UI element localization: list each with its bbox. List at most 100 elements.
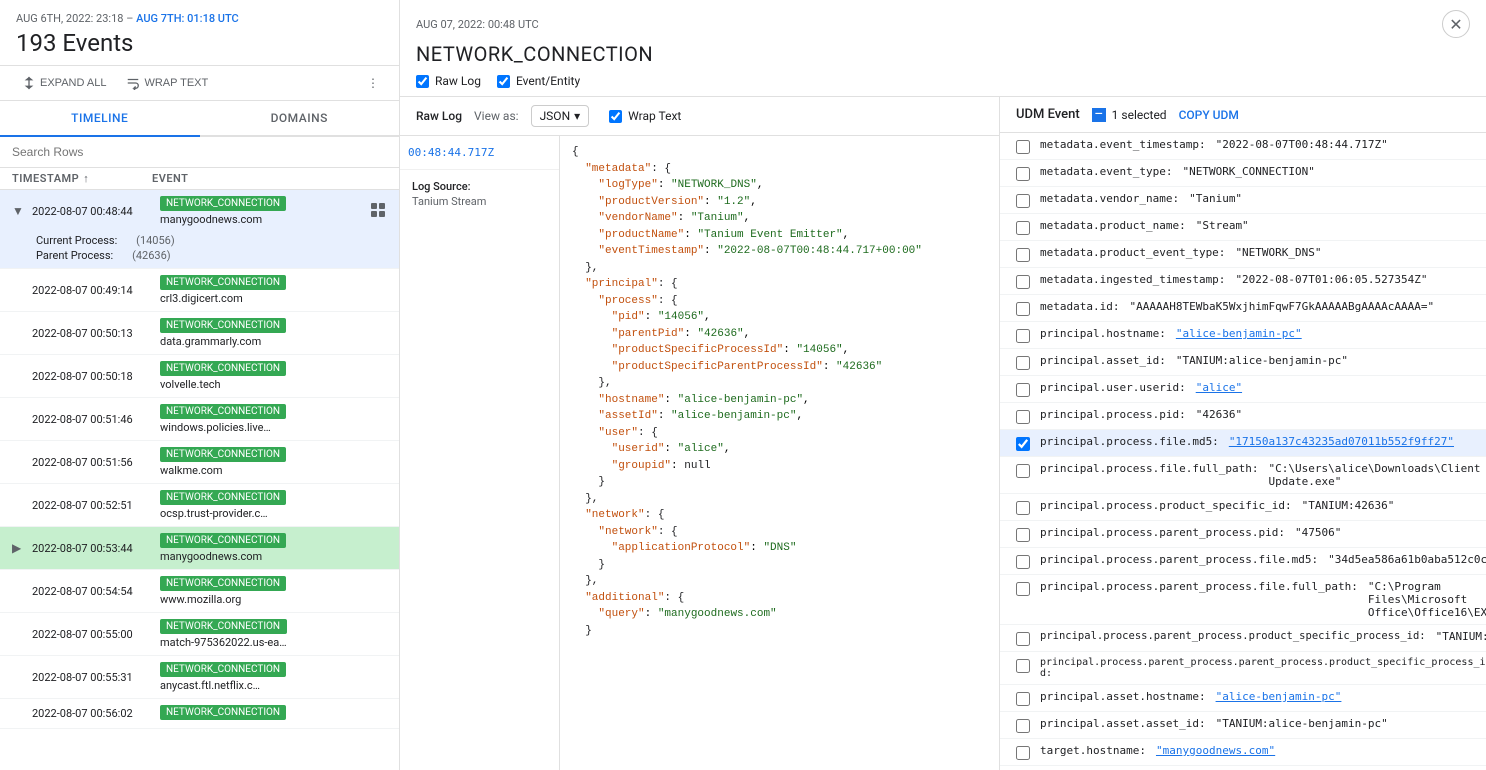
event-entity-checkbox[interactable] — [497, 75, 510, 88]
event-row[interactable]: 2022-08-07 00:49:14 NETWORK_CONNECTION c… — [0, 269, 399, 312]
udm-checkbox[interactable] — [1016, 692, 1030, 706]
json-line: "userid": "alice", — [572, 441, 987, 458]
event-row-main[interactable]: 2022-08-07 00:55:31 NETWORK_CONNECTION a… — [0, 656, 399, 698]
udm-item: metadata.event_timestamp: "2022-08-07T00… — [1000, 133, 1486, 160]
tabs-row: TIMELINE DOMAINS — [0, 101, 399, 137]
json-line: }, — [572, 260, 987, 277]
event-row[interactable]: 2022-08-07 00:50:13 NETWORK_CONNECTION d… — [0, 312, 399, 355]
wrap-text-button[interactable]: WRAP TEXT — [120, 72, 214, 94]
hostname-link[interactable]: "alice-benjamin-pc" — [1176, 327, 1302, 340]
expand-arrow-icon: ▶ — [12, 541, 24, 555]
udm-key: principal.process.parent_process.parent_… — [1040, 657, 1486, 679]
indeterminate-checkbox[interactable]: — — [1092, 108, 1106, 122]
event-row[interactable]: 2022-08-07 00:51:46 NETWORK_CONNECTION w… — [0, 398, 399, 441]
udm-value: "2022-08-07T00:48:44.717Z" — [1216, 138, 1388, 151]
json-line: "productVersion": "1.2", — [572, 194, 987, 211]
udm-checkbox[interactable] — [1016, 248, 1030, 262]
udm-item: metadata.ingested_timestamp: "2022-08-07… — [1000, 268, 1486, 295]
raw-log-checkbox[interactable] — [416, 75, 429, 88]
close-button[interactable]: ✕ — [1442, 10, 1470, 38]
col-timestamp: TIMESTAMP ↑ — [12, 172, 152, 185]
event-row-main[interactable]: 2022-08-07 00:51:56 NETWORK_CONNECTION w… — [0, 441, 399, 483]
udm-checkbox[interactable] — [1016, 140, 1030, 154]
udm-checkbox[interactable] — [1016, 528, 1030, 542]
search-input[interactable] — [12, 145, 387, 159]
udm-toolbar: UDM Event — 1 selected COPY UDM — [1000, 97, 1486, 133]
json-line: "parentPid": "42636", — [572, 326, 987, 343]
udm-checkbox[interactable] — [1016, 437, 1030, 451]
wrap-text-checkbox[interactable] — [609, 110, 622, 123]
event-row-main[interactable]: 2022-08-07 00:50:13 NETWORK_CONNECTION d… — [0, 312, 399, 354]
wrap-text-checkbox-label[interactable]: Wrap Text — [609, 109, 681, 123]
event-row[interactable]: 2022-08-07 00:55:31 NETWORK_CONNECTION a… — [0, 656, 399, 699]
network-connection-badge: NETWORK_CONNECTION — [160, 275, 286, 290]
event-row[interactable]: 2022-08-07 00:54:54 NETWORK_CONNECTION w… — [0, 570, 399, 613]
log-source-label: Log Source: — [412, 180, 547, 193]
tab-timeline[interactable]: TIMELINE — [0, 101, 200, 137]
table-header: TIMESTAMP ↑ EVENT — [0, 168, 399, 190]
udm-checkbox[interactable] — [1016, 194, 1030, 208]
udm-checkbox[interactable] — [1016, 501, 1030, 515]
target-hostname-link[interactable]: "manygoodnews.com" — [1156, 744, 1275, 757]
copy-udm-button[interactable]: COPY UDM — [1179, 108, 1239, 122]
event-row-main[interactable]: 2022-08-07 00:54:54 NETWORK_CONNECTION w… — [0, 570, 399, 612]
event-row[interactable]: 2022-08-07 00:52:51 NETWORK_CONNECTION o… — [0, 484, 399, 527]
date-part2: AUG 7TH: 01:18 UTC — [136, 12, 239, 25]
udm-item: metadata.vendor_name: "Tanium" — [1000, 187, 1486, 214]
userid-link[interactable]: "alice" — [1196, 381, 1242, 394]
asset-hostname-link[interactable]: "alice-benjamin-pc" — [1216, 690, 1342, 703]
tab-domains[interactable]: DOMAINS — [200, 101, 400, 135]
network-connection-badge: NETWORK_CONNECTION — [160, 619, 287, 634]
more-options-button[interactable]: ⋮ — [363, 72, 383, 94]
event-row[interactable]: 2022-08-07 00:51:56 NETWORK_CONNECTION w… — [0, 441, 399, 484]
json-line: "additional": { — [572, 590, 987, 607]
event-row-main[interactable]: ▶ 2022-08-07 00:53:44 NETWORK_CONNECTION… — [0, 527, 399, 569]
col-event: EVENT — [152, 172, 387, 185]
udm-checkbox[interactable] — [1016, 275, 1030, 289]
event-row[interactable]: ▼ 2022-08-07 00:48:44 NETWORK_CONNECTION… — [0, 190, 399, 269]
event-row-main[interactable]: 2022-08-07 00:49:14 NETWORK_CONNECTION c… — [0, 269, 399, 311]
udm-checkbox[interactable] — [1016, 719, 1030, 733]
udm-checkbox[interactable] — [1016, 302, 1030, 316]
udm-checkbox[interactable] — [1016, 746, 1030, 760]
expand-all-label: EXPAND ALL — [40, 77, 106, 89]
event-row-main[interactable]: ▼ 2022-08-07 00:48:44 NETWORK_CONNECTION… — [0, 190, 399, 232]
udm-checkbox[interactable] — [1016, 464, 1030, 478]
udm-item: principal.asset.hostname: "alice-benjami… — [1000, 685, 1486, 712]
udm-item: metadata.product_name: "Stream" — [1000, 214, 1486, 241]
event-row-main[interactable]: 2022-08-07 00:52:51 NETWORK_CONNECTION o… — [0, 484, 399, 526]
udm-key: metadata.event_timestamp: — [1040, 138, 1206, 151]
udm-value: "Stream" — [1196, 219, 1249, 232]
udm-key: metadata.product_event_type: — [1040, 246, 1225, 259]
udm-checkbox[interactable] — [1016, 582, 1030, 596]
udm-checkbox[interactable] — [1016, 356, 1030, 370]
udm-checkbox[interactable] — [1016, 167, 1030, 181]
udm-checkbox[interactable] — [1016, 659, 1030, 673]
format-select[interactable]: JSON ▾ — [531, 105, 590, 127]
event-row[interactable]: 2022-08-07 00:55:00 NETWORK_CONNECTION m… — [0, 613, 399, 656]
event-entity-checkbox-label[interactable]: Event/Entity — [497, 74, 580, 88]
udm-checkbox[interactable] — [1016, 383, 1030, 397]
event-row[interactable]: ▶ 2022-08-07 00:53:44 NETWORK_CONNECTION… — [0, 527, 399, 570]
event-row[interactable]: 2022-08-07 00:50:18 NETWORK_CONNECTION v… — [0, 355, 399, 398]
udm-checkbox[interactable] — [1016, 632, 1030, 646]
udm-checkbox[interactable] — [1016, 221, 1030, 235]
udm-checkbox[interactable] — [1016, 410, 1030, 424]
raw-log-checkbox-label[interactable]: Raw Log — [416, 74, 481, 88]
network-connection-badge: NETWORK_CONNECTION — [160, 404, 286, 419]
udm-key: principal.hostname: — [1040, 327, 1166, 340]
network-connection-badge: NETWORK_CONNECTION — [160, 705, 286, 720]
event-row-main[interactable]: 2022-08-07 00:56:02 NETWORK_CONNECTION — [0, 699, 399, 728]
event-row[interactable]: 2022-08-07 00:56:02 NETWORK_CONNECTION — [0, 699, 399, 729]
udm-key: principal.process.parent_process.pid: — [1040, 526, 1285, 539]
event-row-main[interactable]: 2022-08-07 00:51:46 NETWORK_CONNECTION w… — [0, 398, 399, 440]
expand-all-button[interactable]: EXPAND ALL — [16, 72, 112, 94]
raw-log-body: 00:48:44.717Z Log Source: Tanium Stream … — [400, 136, 999, 770]
json-content: { "metadata": { "logType": "NETWORK_DNS"… — [560, 136, 999, 770]
event-row-main[interactable]: 2022-08-07 00:55:00 NETWORK_CONNECTION m… — [0, 613, 399, 655]
udm-checkbox[interactable] — [1016, 555, 1030, 569]
event-row-main[interactable]: 2022-08-07 00:50:18 NETWORK_CONNECTION v… — [0, 355, 399, 397]
udm-key: principal.process.file.full_path: — [1040, 462, 1259, 475]
udm-checkbox[interactable] — [1016, 329, 1030, 343]
md5-link[interactable]: "17150a137c43235ad07011b552f9ff27" — [1229, 435, 1454, 448]
